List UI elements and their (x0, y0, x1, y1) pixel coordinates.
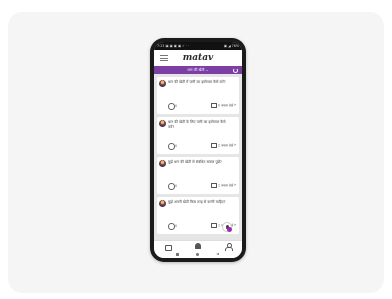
avatar (159, 200, 166, 207)
view-answers-button[interactable]: 2 जवाब देखें› (210, 143, 236, 148)
like-icon[interactable] (168, 143, 175, 150)
comment-icon (210, 223, 217, 228)
phone-screen: 7:23 ▣ ▣ ▣ ▣ ✓ · · ▣ ◢ 78% matav धान की … (154, 42, 242, 258)
chevron-right-icon: › (234, 103, 236, 108)
answers-label: 1 जवाब देखें (218, 183, 234, 188)
circle-icon[interactable] (196, 253, 199, 256)
question-text[interactable]: धान की खेती में पानी का इस्तेमाल कैसे कर… (168, 80, 228, 85)
filter-bar[interactable]: धान की खेती ⌄ (154, 66, 242, 74)
filter-label[interactable]: धान की खेती ⌄ (187, 68, 208, 72)
like-icon[interactable] (168, 103, 175, 110)
phone-frame: 7:23 ▣ ▣ ▣ ▣ ✓ · · ▣ ◢ 78% matav धान की … (150, 38, 246, 262)
chevron-right-icon: › (234, 143, 236, 148)
thumbs-up-icon[interactable] (164, 243, 172, 251)
system-nav-bar (154, 251, 242, 258)
app-header: matav (154, 50, 242, 66)
avatar (159, 160, 166, 167)
status-bar: 7:23 ▣ ▣ ▣ ▣ ✓ · · ▣ ◢ 78% (154, 42, 242, 50)
question-feed: धान की खेती में पानी का इस्तेमाल कैसे कर… (154, 74, 242, 240)
question-text[interactable]: मुझे धान की खेती से संबंधित सवाल पूछें? (168, 160, 228, 165)
comment-icon (210, 103, 217, 108)
comment-icon (210, 143, 217, 148)
question-meta: 0 2 जवाब देखें› (168, 143, 236, 150)
like-count: 0 (175, 223, 178, 228)
like-count: 0 (175, 143, 178, 148)
view-answers-button[interactable]: 1 जवाब देखें› (210, 183, 236, 188)
like-icon[interactable] (168, 223, 175, 230)
refresh-icon[interactable] (232, 67, 238, 73)
chevron-right-icon: › (234, 183, 236, 188)
question-card[interactable]: मुझे धान की खेती से संबंधित सवाल पूछें? … (157, 157, 239, 194)
question-meta: 0 0 जवाब देखें› (168, 103, 236, 110)
question-card[interactable]: धान की खेती के लिए पानी का इस्तेमाल कैसे… (157, 117, 239, 154)
app-brand: matav (182, 53, 214, 63)
like-icon[interactable] (168, 183, 175, 190)
avatar (159, 120, 166, 127)
square-icon[interactable] (176, 253, 179, 256)
question-card[interactable]: धान की खेती में पानी का इस्तेमाल कैसे कर… (157, 77, 239, 114)
like-count: 0 (175, 103, 178, 108)
like-count: 0 (175, 183, 178, 188)
comment-icon (210, 183, 217, 188)
question-text[interactable]: मुझे अपनी खेती किस तरह से करनी चाहिए? (168, 200, 228, 205)
status-left: 7:23 ▣ ▣ ▣ ▣ ✓ · · (157, 44, 190, 48)
avatar (159, 80, 166, 87)
profile-icon[interactable] (224, 243, 233, 251)
answers-label: 2 जवाब देखें (218, 143, 234, 148)
chevron-right-icon: › (234, 223, 236, 228)
view-answers-button[interactable]: 0 जवाब देखें› (210, 103, 236, 108)
notification-badge (227, 227, 232, 232)
question-meta: 0 1 जवाब देखें› (168, 183, 236, 190)
answers-label: 0 जवाब देखें (218, 103, 234, 108)
status-right: ▣ ◢ 78% (223, 44, 239, 48)
question-text[interactable]: धान की खेती के लिए पानी का इस्तेमाल कैसे… (168, 120, 228, 130)
home-icon[interactable] (194, 243, 202, 250)
back-triangle-icon[interactable] (216, 253, 219, 255)
